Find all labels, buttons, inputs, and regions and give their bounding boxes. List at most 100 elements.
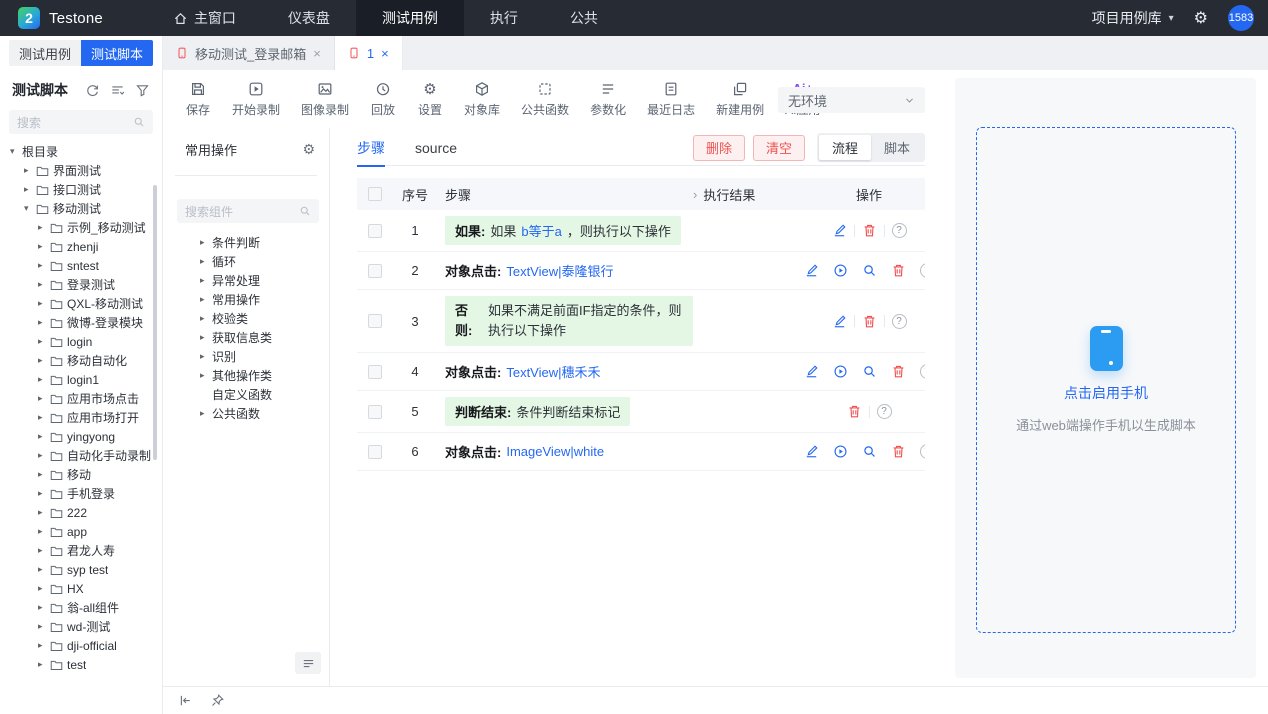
nav-item-home[interactable]: 主窗口 xyxy=(147,0,262,36)
caret-right-icon[interactable]: ▸ xyxy=(38,431,50,442)
step-checkbox[interactable] xyxy=(368,314,382,328)
tree-item[interactable]: ▾移动测试 xyxy=(0,199,162,218)
run-step-icon[interactable] xyxy=(833,364,848,379)
edit-step-icon[interactable] xyxy=(832,314,847,329)
image-record-button[interactable]: 图像录制 xyxy=(301,80,349,118)
tree-item[interactable]: ▸应用市场点击 xyxy=(0,389,162,408)
caret-right-icon[interactable]: ▸ xyxy=(200,256,212,267)
step-object-link[interactable]: b等于a xyxy=(521,221,561,240)
edit-step-icon[interactable] xyxy=(804,263,819,278)
tree-item[interactable]: ▸HX xyxy=(0,579,162,598)
caret-right-icon[interactable]: ▸ xyxy=(38,355,50,366)
tab-testscript[interactable]: 测试脚本 xyxy=(81,40,153,66)
project-library-select[interactable]: 项目用例库 ▾ xyxy=(1092,8,1174,28)
caret-right-icon[interactable]: ▸ xyxy=(38,279,50,290)
help-icon[interactable]: ? xyxy=(920,263,926,278)
component-group[interactable]: ▸识别 xyxy=(163,347,329,366)
toggle-script[interactable]: 脚本 xyxy=(871,135,923,160)
tree-item[interactable]: ▸翁-all组件 xyxy=(0,598,162,617)
help-icon[interactable]: ? xyxy=(877,404,892,419)
component-group[interactable]: ▸其他操作类 xyxy=(163,366,329,385)
caret-right-icon[interactable]: ▸ xyxy=(38,374,50,385)
clear-button[interactable]: 清空 xyxy=(753,135,805,161)
caret-right-icon[interactable]: ▸ xyxy=(38,526,50,537)
filter-icon[interactable] xyxy=(135,83,150,98)
tree-item[interactable]: ▸login1 xyxy=(0,370,162,389)
tree-item[interactable]: ▸界面测试 xyxy=(0,161,162,180)
caret-right-icon[interactable]: ▸ xyxy=(38,564,50,575)
component-group[interactable]: ▸条件判断 xyxy=(163,233,329,252)
caret-down-icon[interactable]: ▾ xyxy=(10,146,22,157)
caret-right-icon[interactable]: ▸ xyxy=(200,313,212,324)
sidebar-scrollbar[interactable] xyxy=(153,185,157,460)
toggle-flow[interactable]: 流程 xyxy=(819,135,871,160)
tree-item[interactable]: ▸login xyxy=(0,332,162,351)
delete-button[interactable]: 删除 xyxy=(693,135,745,161)
tree-item[interactable]: ▸test xyxy=(0,655,162,674)
help-icon[interactable]: ? xyxy=(920,444,926,459)
caret-right-icon[interactable]: ▸ xyxy=(38,602,50,613)
caret-right-icon[interactable]: ▸ xyxy=(200,351,212,362)
step-object-link[interactable]: TextView|泰隆银行 xyxy=(506,261,613,280)
caret-right-icon[interactable]: ▸ xyxy=(38,336,50,347)
caret-right-icon[interactable]: ▸ xyxy=(200,408,212,419)
settings-button[interactable]: ⚙ 设置 xyxy=(417,80,443,118)
tree-item[interactable]: ▸手机登录 xyxy=(0,484,162,503)
doc-tab-active[interactable]: 1 × xyxy=(335,36,403,70)
caret-right-icon[interactable]: ▸ xyxy=(38,545,50,556)
tree-item[interactable]: ▸zhenji xyxy=(0,237,162,256)
tree-item[interactable]: ▸yingyong xyxy=(0,427,162,446)
notification-badge[interactable]: 1583 xyxy=(1228,5,1254,31)
sidebar-search-input[interactable]: 搜索 xyxy=(9,110,153,134)
caret-right-icon[interactable]: ▸ xyxy=(38,488,50,499)
delete-step-icon[interactable] xyxy=(862,223,877,238)
help-icon[interactable]: ? xyxy=(920,364,926,379)
components-search-input[interactable]: 搜索组件 xyxy=(177,199,319,223)
delete-step-icon[interactable] xyxy=(847,404,862,419)
component-group[interactable]: ▸获取信息类 xyxy=(163,328,329,347)
close-icon[interactable]: × xyxy=(381,46,389,61)
caret-right-icon[interactable]: ▸ xyxy=(200,370,212,381)
run-step-icon[interactable] xyxy=(833,263,848,278)
caret-right-icon[interactable]: ▸ xyxy=(38,393,50,404)
run-step-icon[interactable] xyxy=(833,444,848,459)
doc-tab[interactable]: 移动测试_登录邮箱 × xyxy=(163,36,335,70)
tree-item[interactable]: ▸接口测试 xyxy=(0,180,162,199)
step-checkbox[interactable] xyxy=(368,264,382,278)
caret-right-icon[interactable]: ▸ xyxy=(38,450,50,461)
tree-item[interactable]: ▸登录测试 xyxy=(0,275,162,294)
save-button[interactable]: 保存 xyxy=(185,80,211,118)
tree-item[interactable]: ▸应用市场打开 xyxy=(0,408,162,427)
tree-item[interactable]: ▸君龙人寿 xyxy=(0,541,162,560)
nav-item-testcase[interactable]: 测试用例 xyxy=(356,0,464,36)
caret-right-icon[interactable]: ▸ xyxy=(38,469,50,480)
caret-right-icon[interactable]: ▸ xyxy=(38,317,50,328)
tab-testcase[interactable]: 测试用例 xyxy=(9,40,81,66)
tree-item[interactable]: ▸QXL-移动测试 xyxy=(0,294,162,313)
caret-right-icon[interactable]: ▸ xyxy=(38,640,50,651)
caret-right-icon[interactable]: ▸ xyxy=(200,332,212,343)
help-icon[interactable]: ? xyxy=(892,223,907,238)
delete-step-icon[interactable] xyxy=(891,364,906,379)
enable-phone-text[interactable]: 点击启用手机 xyxy=(1064,383,1148,403)
caret-right-icon[interactable]: ▸ xyxy=(200,275,212,286)
component-group[interactable]: 自定义函数 xyxy=(163,385,329,404)
collapse-left-icon[interactable] xyxy=(178,693,193,708)
caret-right-icon[interactable]: ▸ xyxy=(38,621,50,632)
step-checkbox[interactable] xyxy=(368,224,382,238)
tree-item[interactable]: ▸wd-测试 xyxy=(0,617,162,636)
delete-step-icon[interactable] xyxy=(862,314,877,329)
enable-phone-zone[interactable]: 点击启用手机 通过web端操作手机以生成脚本 xyxy=(976,127,1236,633)
edit-step-icon[interactable] xyxy=(804,364,819,379)
nav-item-dashboard[interactable]: 仪表盘 xyxy=(262,0,356,36)
view-object-icon[interactable] xyxy=(862,364,877,379)
collapse-panel-button[interactable] xyxy=(295,652,321,674)
refresh-icon[interactable] xyxy=(85,83,100,98)
tree-item[interactable]: ▸移动 xyxy=(0,465,162,484)
step-checkbox[interactable] xyxy=(368,445,382,459)
tree-item[interactable]: ▸222 xyxy=(0,503,162,522)
tree-item[interactable]: ▸syp test xyxy=(0,560,162,579)
caret-down-icon[interactable]: ▾ xyxy=(24,203,36,214)
help-icon[interactable]: ? xyxy=(892,314,907,329)
environment-select[interactable]: 无环境 xyxy=(778,87,925,113)
